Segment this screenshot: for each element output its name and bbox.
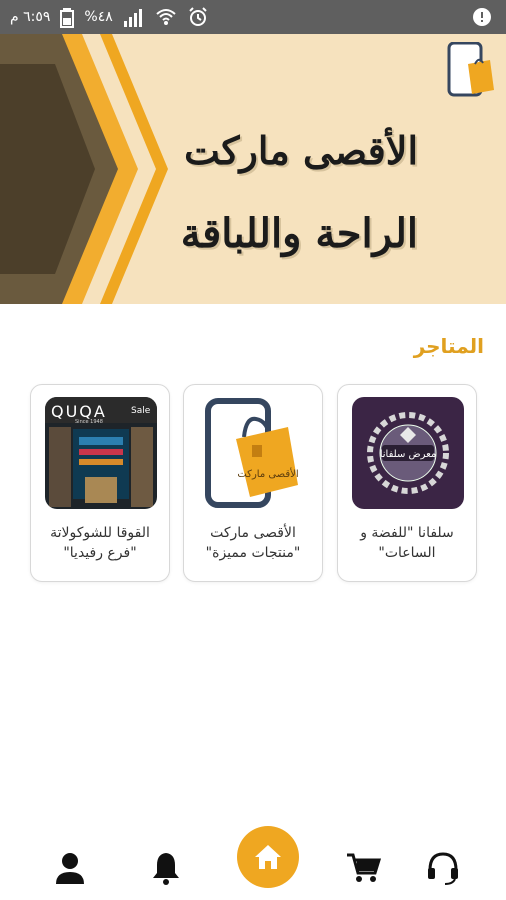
store-image-silvana: معرض سلفانا [352,397,464,509]
banner-title: الأقصى ماركت [184,128,418,173]
alaqsa-logo-text: الأقصى ماركت [237,467,298,480]
quqa-sign-sub: Since 1948 [75,419,103,425]
store-card-quqa[interactable]: QUQA Since 1948 Sale القوقا للشوكولاتة "… [30,384,170,582]
quqa-sign-tag: Sale [131,406,151,416]
stores-list: معرض سلفانا سلفانا "للفضة و الساعات" الأ… [30,384,478,582]
cart-tab[interactable] [343,848,383,888]
bell-icon [153,853,179,885]
signal-icon [123,9,142,27]
headset-icon [428,852,458,885]
stores-section-title: المتاجر [413,334,484,358]
battery-icon [60,8,75,28]
store-card-alaqsa-market[interactable]: الأقصى ماركت الأقصى ماركت "منتجات مميزة" [183,384,323,582]
wifi-icon [156,9,176,25]
banner-app-logo [446,42,496,98]
store-name: القوقا للشوكولاتة "فرع رفيديا" [50,525,150,561]
alarm-icon [189,7,207,26]
profile-icon [56,853,84,884]
notification-info-icon [473,8,491,26]
home-tab[interactable] [237,826,299,888]
store-image-alaqsa: الأقصى ماركت [198,397,310,509]
status-time: ٦:٥٩ م [10,9,51,25]
battery-percentage: %٤٨ [84,9,113,25]
store-card-silvana[interactable]: معرض سلفانا سلفانا "للفضة و الساعات" [337,384,477,582]
profile-tab[interactable] [50,848,90,888]
banner-subtitle: الراحة واللباقة [180,210,418,257]
store-name: الأقصى ماركت "منتجات مميزة" [205,525,301,561]
store-image-quqa: QUQA Since 1948 Sale [45,397,157,509]
notifications-tab[interactable] [146,848,186,888]
support-tab[interactable] [423,848,463,888]
silvana-badge-text: معرض سلفانا [380,449,437,460]
promo-banner[interactable]: الأقصى ماركت الراحة واللباقة [0,34,506,304]
status-left: ٦:٥٩ م %٤٨ [10,0,209,34]
cart-icon [347,853,381,882]
store-name: سلفانا "للفضة و الساعات" [360,525,454,561]
home-icon [255,845,281,869]
status-bar: ٦:٥٩ م %٤٨ [0,0,506,34]
